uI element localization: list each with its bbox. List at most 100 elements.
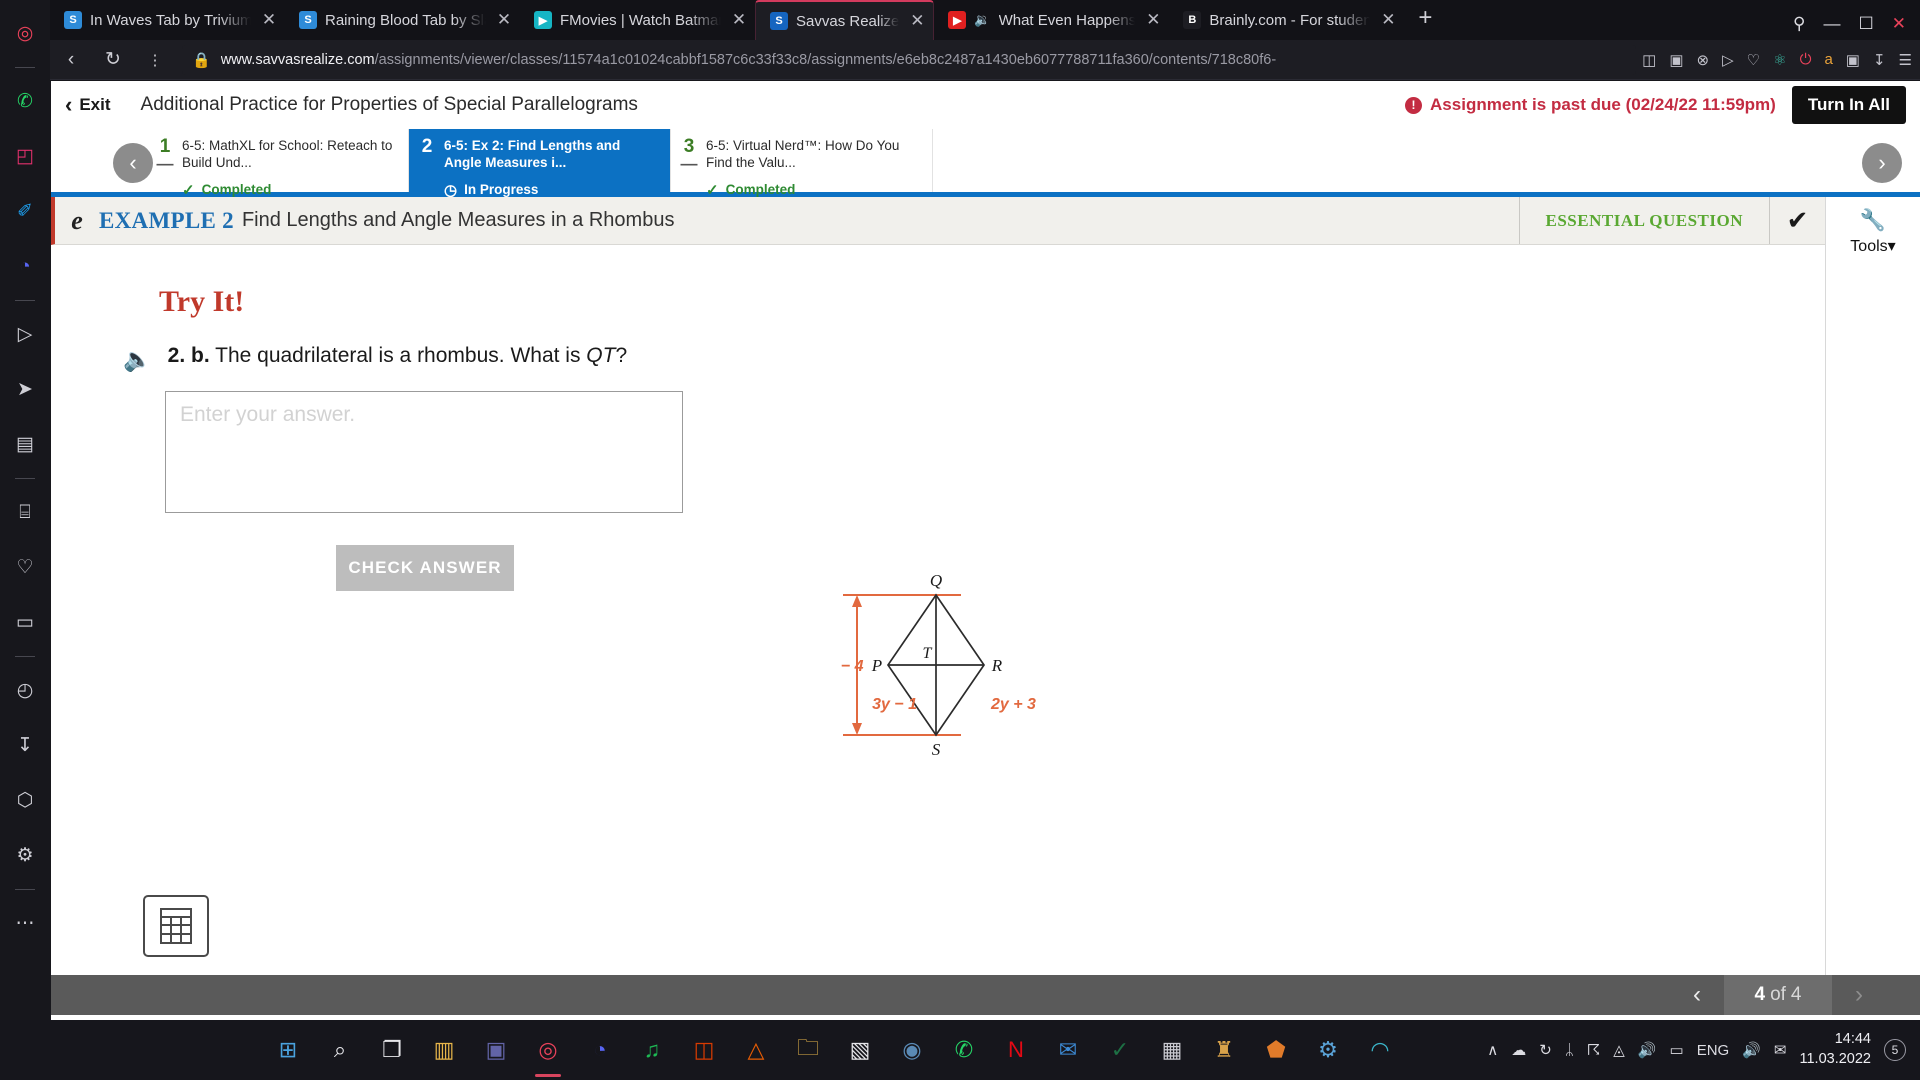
step-tab[interactable]: 1—6-5: MathXL for School: Reteach to Bui… (147, 129, 409, 199)
opera-sidebar[interactable]: ◎ ✆ ◰ ✐ ◔ ▷ ➤ ▤ ⌸ ♡ ▭ ◴ ↧ ⬡ ⚙ ⋯ (0, 0, 50, 1020)
exit-button[interactable]: ‹ Exit (65, 92, 111, 118)
answer-input[interactable]: Enter your answer. (165, 391, 683, 513)
maximize-button[interactable]: ☐ (1859, 14, 1874, 34)
tab-close-icon[interactable]: ✕ (1143, 10, 1163, 30)
excel-icon[interactable]: ✓ (1094, 1020, 1146, 1080)
browser-tab[interactable]: S Raining Blood Tab by Slayer ✕ (285, 0, 520, 40)
tab-close-icon[interactable]: ✕ (729, 10, 749, 30)
favorite-icon[interactable]: ♡ (1747, 51, 1760, 69)
turn-in-all-button[interactable]: Turn In All (1791, 86, 1906, 124)
update-icon[interactable]: ↻ (1539, 1041, 1552, 1059)
more-icon[interactable]: ⋯ (0, 896, 50, 951)
tab-close-icon[interactable]: ✕ (907, 11, 927, 31)
news-icon[interactable]: ▤ (0, 417, 50, 472)
volume-icon[interactable]: 🔊 (1742, 1041, 1761, 1059)
page-menu-icon[interactable]: ⋮ (134, 51, 176, 69)
vlc-icon[interactable]: △ (730, 1020, 782, 1080)
browser-tab[interactable]: S Savvas Realize ✕ (755, 0, 935, 40)
clock[interactable]: 14:44 11.03.2022 (1800, 1030, 1872, 1069)
show-hidden-icon[interactable]: ∧ (1487, 1041, 1498, 1059)
screenshot-icon[interactable]: ▣ (1669, 51, 1683, 69)
cube-icon[interactable]: ⬡ (0, 773, 50, 828)
check-mark-icon[interactable]: ✔ (1769, 197, 1825, 244)
history-icon[interactable]: ◴ (0, 663, 50, 718)
browser-tab[interactable]: B Brainly.com - For students ✕ (1169, 0, 1404, 40)
essential-question-button[interactable]: ESSENTIAL QUESTION (1518, 197, 1770, 244)
bluetooth-icon[interactable]: ᛦ (1565, 1042, 1574, 1059)
epic-icon[interactable]: ⬟ (1250, 1020, 1302, 1080)
close-button[interactable]: ✕ (1892, 14, 1906, 34)
news-widget-icon[interactable]: ▥ (418, 1020, 470, 1080)
page-next-button[interactable]: › (1832, 975, 1886, 1015)
explorer-icon[interactable]: 🗀 (782, 1020, 834, 1080)
language-indicator[interactable]: ENG (1697, 1042, 1730, 1059)
messages-icon[interactable]: ▭ (0, 595, 50, 650)
opera-logo[interactable]: ◎ (0, 6, 50, 61)
page-prev-button[interactable]: ‹ (1670, 975, 1724, 1015)
step-tab[interactable]: 3—6-5: Virtual Nerd™: How Do You Find th… (671, 129, 933, 199)
steam-icon[interactable]: ◉ (886, 1020, 938, 1080)
browser-tab[interactable]: ▶ FMovies | Watch Batman: T ✕ (520, 0, 755, 40)
browser-search-icon[interactable]: ⚲ (1793, 14, 1805, 34)
calculator-button[interactable] (143, 895, 209, 957)
whatsapp-icon[interactable]: ✆ (938, 1020, 990, 1080)
tab-close-icon[interactable]: ✕ (494, 10, 514, 30)
instagram-icon[interactable]: ◰ (0, 129, 50, 184)
netflix-icon[interactable]: N (990, 1020, 1042, 1080)
workspaces-icon[interactable]: ⌸ (0, 485, 50, 540)
shield-icon[interactable]: ⚛ (1773, 51, 1786, 69)
cast-icon[interactable]: ▷ (1722, 51, 1734, 69)
volume-icon[interactable]: 🔊 (1638, 1041, 1657, 1059)
adblock-icon[interactable]: ⏻ (1800, 51, 1812, 68)
new-tab-button[interactable]: + (1404, 4, 1446, 36)
steps-next-button[interactable]: › (1862, 143, 1902, 183)
app-icon[interactable]: ▦ (1146, 1020, 1198, 1080)
tab-mute-icon[interactable]: 🔉 (974, 12, 990, 28)
send-icon[interactable]: ➤ (0, 362, 50, 417)
notes-icon[interactable]: ▧ (834, 1020, 886, 1080)
settings-icon[interactable]: ⚙ (0, 828, 50, 883)
mail-icon[interactable]: ✉ (1042, 1020, 1094, 1080)
reload-button[interactable]: ↻ (92, 48, 134, 71)
browser-menu-icon[interactable]: ☰ (1899, 51, 1912, 69)
task-view-icon[interactable]: ❐ (366, 1020, 418, 1080)
discord-icon[interactable]: ◔ (574, 1020, 626, 1080)
action-center-icon[interactable]: ✉ (1774, 1041, 1787, 1059)
downloads-icon[interactable]: ↧ (1873, 51, 1886, 69)
downloads-icon[interactable]: ↧ (0, 718, 50, 773)
steps-prev-button[interactable]: ‹ (113, 143, 153, 183)
notification-badge[interactable]: 5 (1884, 1039, 1906, 1061)
tab-close-icon[interactable]: ✕ (1378, 10, 1398, 30)
extension-a-icon[interactable]: a (1824, 51, 1832, 68)
network-icon[interactable]: ◬ (1613, 1041, 1625, 1059)
store-icon[interactable]: ♜ (1198, 1020, 1250, 1080)
speaker-icon[interactable]: 🔈 (123, 346, 152, 373)
block-icon[interactable]: ⊗ (1697, 51, 1710, 69)
cloud-icon[interactable]: ☁ (1511, 1041, 1526, 1059)
tools-button[interactable]: 🔧 Tools▾ (1826, 197, 1920, 256)
office-icon[interactable]: ◫ (678, 1020, 730, 1080)
start-icon[interactable]: ⊞ (262, 1020, 314, 1080)
edge-icon[interactable]: ◠ (1354, 1020, 1406, 1080)
back-button[interactable]: ‹ (50, 49, 92, 71)
player-icon[interactable]: ▷ (0, 307, 50, 362)
step-tab[interactable]: 2 6-5: Ex 2: Find Lengths and Angle Measu… (409, 129, 671, 199)
battery-icon[interactable]: ▭ (1670, 1041, 1684, 1059)
spotify-icon[interactable]: ♫ (626, 1020, 678, 1080)
browser-tab[interactable]: ▶ 🔉 What Even Happens in ✕ (934, 0, 1169, 40)
search-icon[interactable]: ⌕ (314, 1020, 366, 1080)
teams-icon[interactable]: ▣ (470, 1020, 522, 1080)
opera-icon[interactable]: ◎ (522, 1020, 574, 1080)
vpn-icon[interactable]: ☈ (1587, 1041, 1600, 1059)
tab-close-icon[interactable]: ✕ (259, 10, 279, 30)
browser-tab[interactable]: S In Waves Tab by Trivium | S ✕ (50, 0, 285, 40)
collections-icon[interactable]: ▣ (1846, 51, 1860, 69)
address-bar[interactable]: 🔒 www.savvasrealize.com/assignments/view… (182, 44, 1637, 75)
heart-icon[interactable]: ♡ (0, 540, 50, 595)
split-screen-icon[interactable]: ◫ (1642, 51, 1656, 69)
discord-icon[interactable]: ◔ (0, 239, 50, 294)
whatsapp-icon[interactable]: ✆ (0, 74, 50, 129)
settings-icon[interactable]: ⚙ (1302, 1020, 1354, 1080)
minimize-button[interactable]: — (1824, 14, 1841, 34)
check-answer-button[interactable]: CHECK ANSWER (336, 545, 514, 591)
